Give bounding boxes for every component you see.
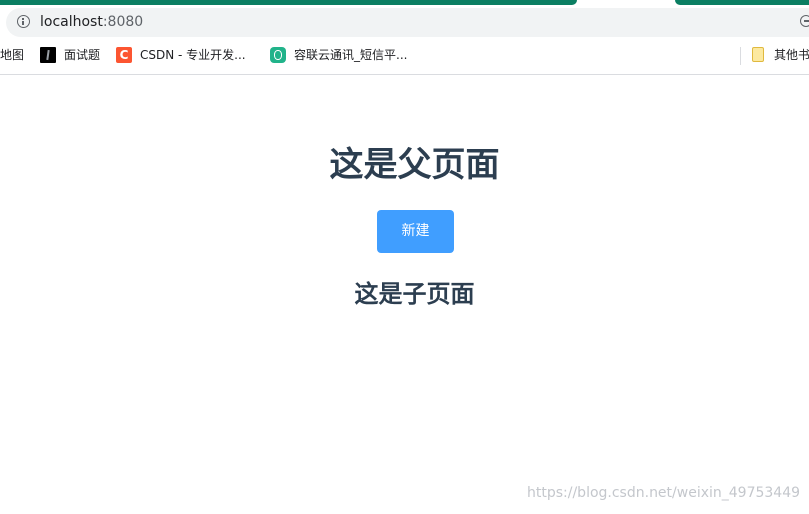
info-icon[interactable] <box>17 15 30 28</box>
bookmark-csdn[interactable]: CSDN - 专业开发... <box>140 47 246 64</box>
csdn-icon: C <box>116 47 132 63</box>
page-content: 这是父页面 新建 这是子页面 https://blog.csdn.net/wei… <box>0 75 809 514</box>
url-port: :8080 <box>102 14 144 30</box>
url-text[interactable]: localhost:8080 <box>40 14 143 31</box>
url-host: localhost <box>40 14 103 30</box>
bookmark-interview[interactable]: 面试题 <box>64 47 100 64</box>
bookmarks-divider <box>740 47 741 65</box>
bookmark-ronglian[interactable]: 容联云通讯_短信平... <box>294 47 407 64</box>
bookmarks-bar: 地图 面试题 C CSDN - 专业开发... 容联云通讯_短信平... 其他书 <box>0 40 809 70</box>
zoom-icon[interactable] <box>800 15 809 27</box>
bookmark-map[interactable]: 地图 <box>0 47 24 64</box>
tab-strip-right[interactable] <box>675 0 809 5</box>
browser-chrome: localhost:8080 地图 面试题 C CSDN - 专业开发... 容… <box>0 0 809 75</box>
ronglian-icon <box>270 47 286 63</box>
parent-page-title: 这是父页面 <box>329 145 500 185</box>
dark-image-icon <box>40 47 56 63</box>
new-button[interactable]: 新建 <box>377 210 454 253</box>
child-page-title: 这是子页面 <box>354 280 475 308</box>
tab-strip <box>0 0 809 6</box>
folder-icon <box>752 47 764 62</box>
address-bar[interactable]: localhost:8080 <box>6 8 809 37</box>
bookmark-other[interactable]: 其他书 <box>774 47 809 64</box>
watermark: https://blog.csdn.net/weixin_49753449 <box>527 485 801 501</box>
tab-strip-left[interactable] <box>0 0 577 5</box>
